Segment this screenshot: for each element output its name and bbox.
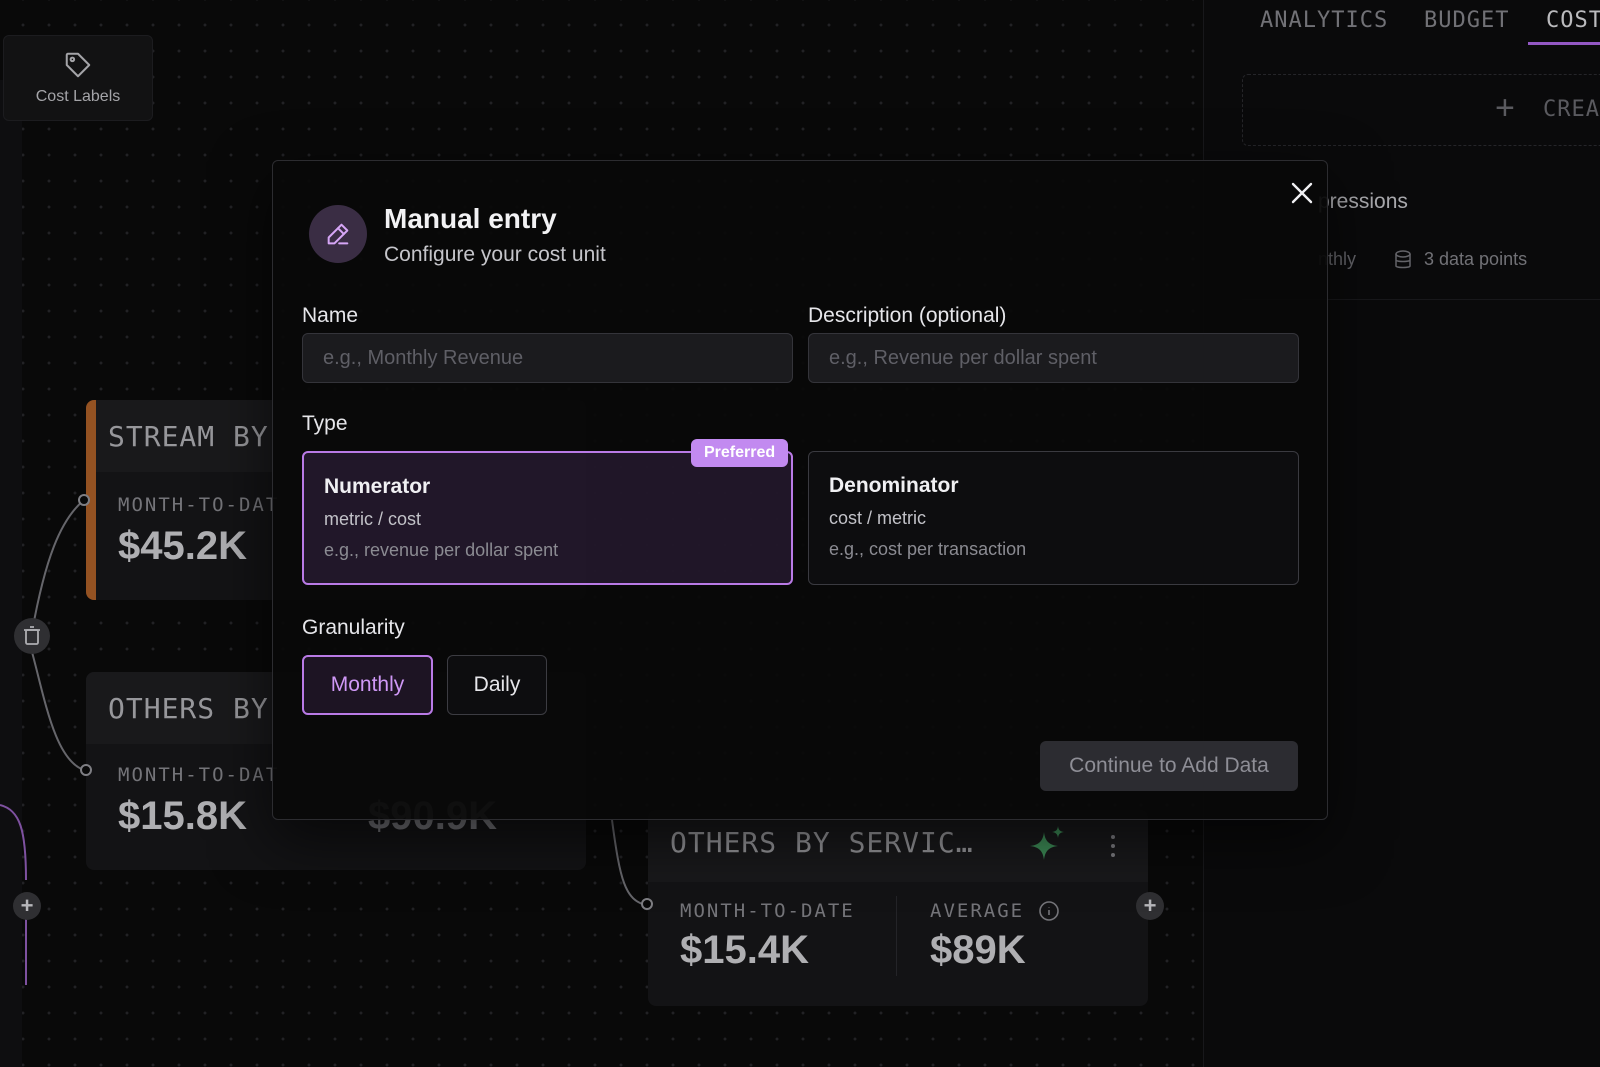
type-option-title: Numerator — [324, 475, 431, 498]
type-option-example: e.g., cost per transaction — [829, 539, 1027, 559]
type-option-formula: cost / metric — [829, 508, 927, 528]
type-option-formula: metric / cost — [324, 509, 422, 529]
name-label: Name — [302, 304, 359, 327]
close-button[interactable] — [1286, 177, 1318, 209]
type-option-example: e.g., revenue per dollar spent — [324, 540, 559, 560]
description-input[interactable] — [808, 333, 1299, 383]
description-label: Description (optional) — [808, 304, 1007, 327]
dialog-subtitle: Configure your cost unit — [384, 243, 606, 266]
preferred-badge: Preferred — [691, 439, 789, 467]
type-label: Type — [302, 412, 348, 435]
type-option-title: Denominator — [829, 474, 959, 497]
type-option-denominator[interactable]: Denominator cost / metric e.g., cost per… — [808, 451, 1299, 585]
modal-header-icon — [309, 205, 367, 263]
granularity-monthly-button[interactable]: Monthly — [302, 655, 433, 715]
name-input[interactable] — [302, 333, 793, 383]
pencil-icon — [327, 223, 349, 245]
dialog-title: Manual entry — [384, 203, 557, 234]
continue-button[interactable]: Continue to Add Data — [1040, 741, 1298, 791]
manual-entry-dialog: Manual entry Configure your cost unit Na… — [272, 160, 1328, 820]
type-option-numerator[interactable]: Numerator metric / cost e.g., revenue pe… — [302, 451, 793, 585]
granularity-label: Granularity — [302, 616, 405, 639]
close-icon — [1291, 182, 1313, 204]
granularity-daily-button[interactable]: Daily — [447, 655, 547, 715]
